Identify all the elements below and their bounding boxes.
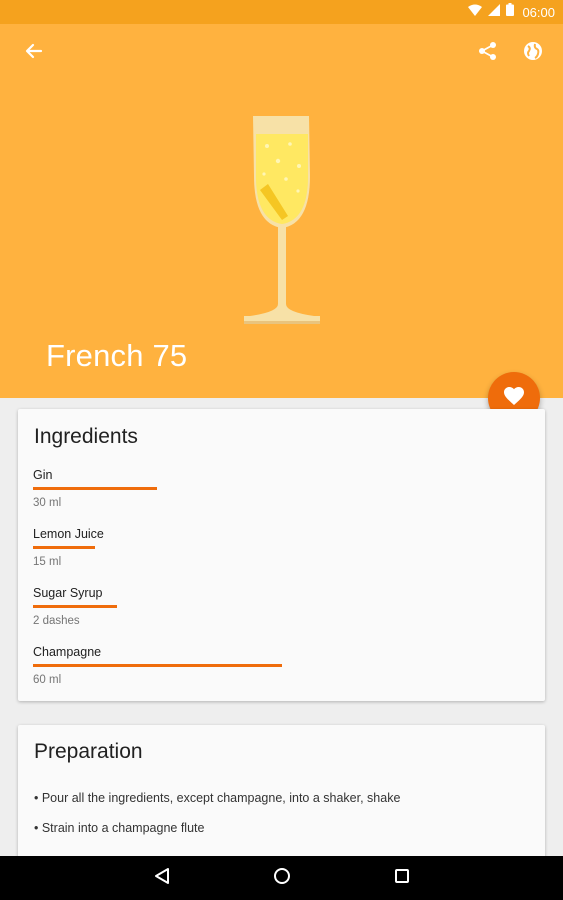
ingredients-card: Ingredients Gin 30 ml Lemon Juice 15 ml …: [18, 409, 545, 701]
cell-signal-icon: [488, 3, 501, 21]
ingredient-item[interactable]: Sugar Syrup 2 dashes: [33, 586, 117, 627]
cocktail-title: French 75: [46, 338, 188, 373]
battery-icon: [506, 3, 515, 21]
ingredient-proportion-bar: [33, 546, 95, 549]
preparation-step: • Pour all the ingredients, except champ…: [34, 791, 401, 805]
ingredient-name: Champagne: [33, 645, 102, 659]
nav-recents-button[interactable]: [390, 866, 414, 890]
wifi-icon: [468, 3, 483, 21]
preparation-step: • Strain into a champagne flute: [34, 821, 205, 835]
preparation-heading: Preparation: [34, 740, 143, 763]
status-time: 06:00: [522, 4, 555, 20]
ingredients-heading: Ingredients: [34, 425, 138, 448]
square-recents-icon: [394, 868, 410, 889]
ingredient-item[interactable]: Champagne 60 ml: [33, 645, 282, 686]
web-button[interactable]: [513, 33, 553, 73]
ingredient-item[interactable]: Gin 30 ml: [33, 468, 157, 509]
ingredient-name: Lemon Juice: [33, 527, 104, 541]
ingredient-amount: 2 dashes: [33, 615, 80, 627]
cocktail-header: French 75: [0, 24, 563, 398]
ingredient-amount: 30 ml: [33, 497, 62, 509]
nav-back-button[interactable]: [150, 866, 174, 890]
system-navigation-bar: [0, 856, 563, 900]
champagne-glass-illustration: [244, 116, 320, 324]
share-icon: [478, 41, 498, 66]
ingredient-name: Gin: [33, 468, 53, 482]
status-icons: 06:00: [468, 3, 555, 21]
ingredient-name: Sugar Syrup: [33, 586, 103, 600]
ingredient-proportion-bar: [33, 605, 117, 608]
status-bar: 06:00: [0, 0, 563, 24]
back-button[interactable]: [14, 33, 54, 73]
back-arrow-icon: [25, 42, 43, 65]
ingredient-amount: 15 ml: [33, 556, 62, 568]
ingredient-item[interactable]: Lemon Juice 15 ml: [33, 527, 104, 568]
ingredient-amount: 60 ml: [33, 674, 62, 686]
ingredient-proportion-bar: [33, 487, 157, 490]
heart-icon: [504, 386, 524, 410]
triangle-back-icon: [153, 867, 171, 890]
ingredient-proportion-bar: [33, 664, 282, 667]
share-button[interactable]: [468, 33, 508, 73]
circle-home-icon: [273, 867, 291, 890]
globe-icon: [523, 41, 543, 66]
nav-home-button[interactable]: [270, 866, 294, 890]
